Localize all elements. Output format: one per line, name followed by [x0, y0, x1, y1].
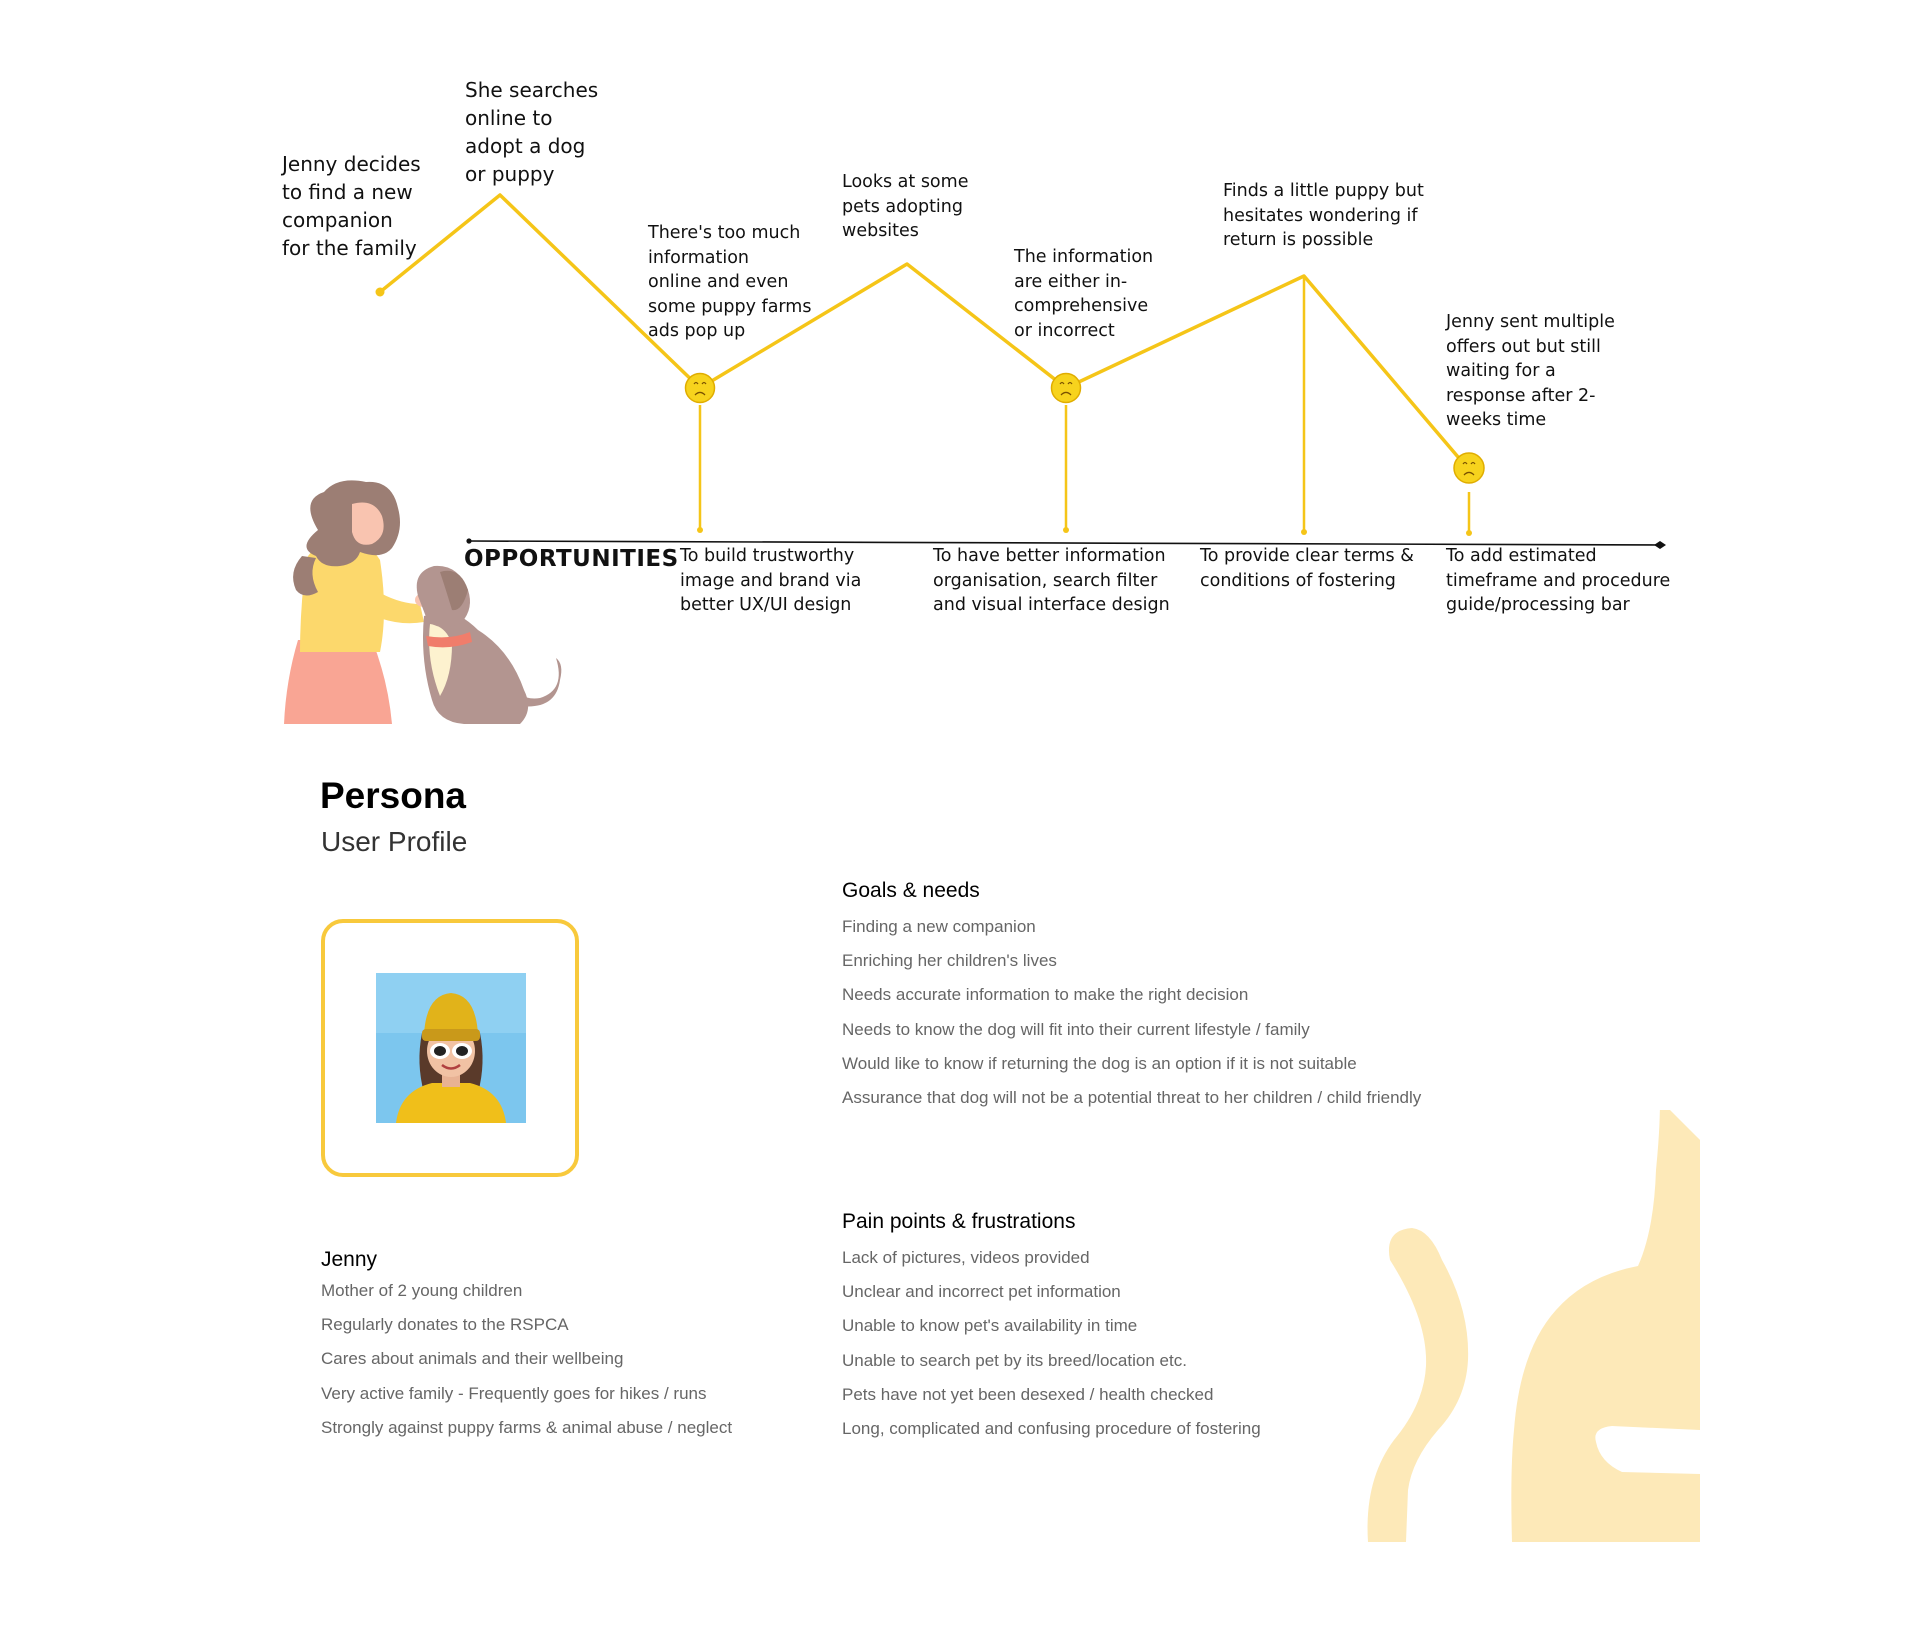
list-item: Finding a new companion	[842, 917, 1036, 936]
list-item: Mother of 2 young children	[321, 1281, 523, 1300]
persona-traits-list: Mother of 2 young children Regularly don…	[321, 1274, 732, 1445]
drop-dot	[1301, 529, 1307, 535]
list-item: Needs accurate information to make the r…	[842, 985, 1249, 1005]
list-item: Regularly donates to the RSPCA	[321, 1315, 569, 1335]
journey-step-text: Jenny sent multiple offers out but still…	[1446, 312, 1615, 430]
list-item: Lack of pictures, videos provided	[842, 1248, 1090, 1267]
journey-step-text: Finds a little puppy but hesitates wonde…	[1223, 181, 1424, 250]
journey-step-text: She searches online to adopt a dog or pu…	[465, 78, 599, 186]
opportunities-heading: OPPORTUNITIES	[464, 546, 679, 572]
list-item: Long, complicated and confusing procedur…	[842, 1418, 1261, 1438]
drop-dot	[1466, 530, 1472, 536]
list-item: Unable to know pet's availability in tim…	[842, 1316, 1138, 1336]
journey-step-text: There's too much information online and …	[648, 223, 812, 341]
avatar	[376, 973, 526, 1123]
list-item: Cares about animals and their wellbeing	[321, 1349, 624, 1369]
sad-face-icon	[1050, 372, 1082, 404]
sad-face-icon	[684, 372, 716, 404]
sad-face-icon	[1453, 452, 1485, 484]
list-item: Unclear and incorrect pet information	[842, 1282, 1121, 1302]
opportunity-text: To have better information organisation,…	[933, 546, 1170, 615]
persona-title: Persona	[320, 775, 467, 816]
drop-dot	[697, 527, 703, 533]
list-item: Very active family - Frequently goes for…	[321, 1383, 707, 1403]
list-item: Assurance that dog will not be a potenti…	[842, 1087, 1422, 1107]
journey-step-text: Jenny decides to find a new companion fo…	[282, 152, 421, 260]
cat-silhouette-decor	[1367, 1110, 1700, 1542]
persona-name: Jenny	[321, 1248, 378, 1271]
persona-subtitle: User Profile	[321, 826, 468, 857]
goals-list: Finding a new companion Enriching her ch…	[842, 910, 1421, 1115]
axis-end-left	[466, 538, 472, 544]
journey-map	[284, 193, 1666, 724]
journey-step-text: The information are either in- comprehen…	[1014, 247, 1154, 341]
journey-step-text: Looks at some pets adopting websites	[842, 172, 969, 241]
list-item: Unable to search pet by its breed/locati…	[842, 1350, 1187, 1370]
list-item: Enriching her children's lives	[842, 951, 1057, 971]
list-item: Needs to know the dog will fit into thei…	[842, 1019, 1310, 1039]
pain-points-list: Lack of pictures, videos provided Unclea…	[842, 1241, 1261, 1446]
list-item: Pets have not yet been desexed / health …	[842, 1384, 1214, 1404]
goals-heading: Goals & needs	[842, 879, 980, 902]
list-item: Would like to know if returning the dog …	[842, 1053, 1357, 1073]
opportunity-text: To build trustworthy image and brand via…	[680, 546, 862, 615]
drop-dot	[1063, 527, 1069, 533]
woman-dog-illustration	[284, 480, 562, 724]
list-item: Strongly against puppy farms & animal ab…	[321, 1417, 733, 1437]
start-dot	[375, 287, 385, 297]
opportunity-text: To add estimated timeframe and procedure…	[1446, 546, 1671, 615]
pain-points-heading: Pain points & frustrations	[842, 1210, 1076, 1233]
opportunity-text: To provide clear terms & conditions of f…	[1200, 546, 1414, 591]
